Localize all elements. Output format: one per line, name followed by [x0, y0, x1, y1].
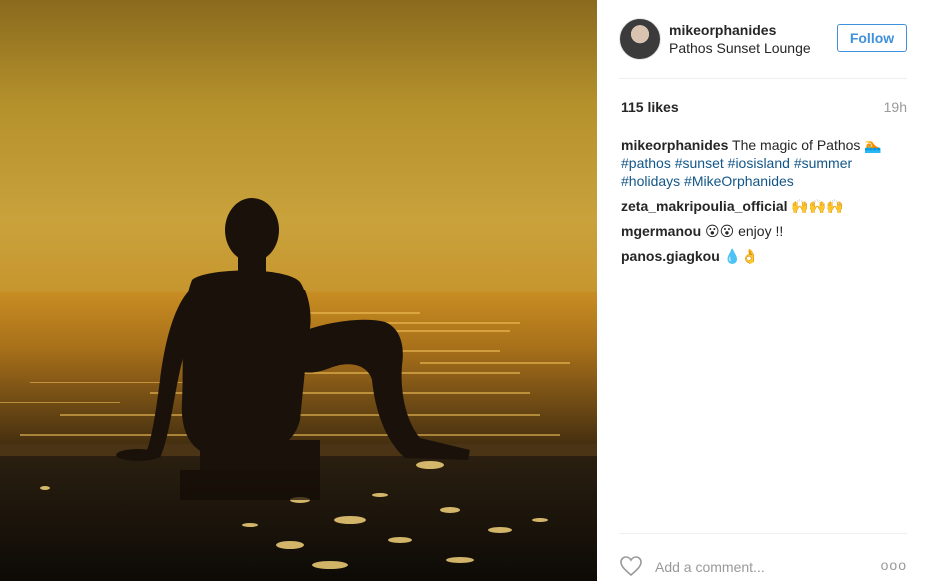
hashtag-link[interactable]: #summer [794, 155, 852, 171]
caption: mikeorphanides The magic of Pathos 🏊 #pa… [621, 136, 907, 190]
caption-user-link[interactable]: mikeorphanides [621, 137, 728, 153]
comment-text: 💧👌 [723, 248, 759, 264]
add-comment-bar: Add a comment... ooo [619, 555, 907, 581]
hashtag-link[interactable]: #MikeOrphanides [684, 173, 794, 189]
post-sidebar: mikeorphanides Pathos Sunset Lounge Foll… [597, 0, 929, 581]
sunset-silhouette-image [0, 198, 597, 581]
username-link[interactable]: mikeorphanides [669, 22, 776, 38]
follow-button[interactable]: Follow [837, 24, 907, 52]
likes-count[interactable]: 115 likes [621, 99, 679, 115]
post-photo[interactable] [0, 0, 597, 581]
heart-icon[interactable] [619, 555, 643, 582]
comment-user-link[interactable]: mgermanou [621, 223, 701, 239]
post-header: mikeorphanides Pathos Sunset Lounge Foll… [619, 18, 907, 60]
comment-user-link[interactable]: panos.giagkou [621, 248, 720, 264]
hashtag-link[interactable]: #holidays [621, 173, 680, 189]
comment-item: panos.giagkou 💧👌 [621, 247, 907, 265]
caption-text: The magic of Pathos [732, 137, 861, 153]
avatar[interactable] [619, 18, 661, 60]
more-options-icon[interactable]: ooo [881, 557, 907, 573]
comment-text: 🙌🙌🙌 [791, 198, 844, 214]
caption-emoji: 🏊 [864, 137, 882, 153]
hashtag-link[interactable]: #iosisland [728, 155, 790, 171]
comment-item: mgermanou 😮😮 enjoy !! [621, 222, 907, 240]
header-divider [619, 78, 907, 79]
comment-user-link[interactable]: zeta_makripoulia_official [621, 198, 788, 214]
add-comment-input[interactable]: Add a comment... [655, 559, 765, 575]
footer-divider [619, 533, 907, 534]
hashtag-link[interactable]: #sunset [675, 155, 724, 171]
comments-list: mikeorphanides The magic of Pathos 🏊 #pa… [621, 136, 907, 272]
location-link[interactable]: Pathos Sunset Lounge [669, 40, 811, 56]
comment-item: zeta_makripoulia_official 🙌🙌🙌 [621, 197, 907, 215]
post-time[interactable]: 19h [884, 99, 907, 115]
comment-text: 😮😮 enjoy !! [705, 223, 784, 239]
hashtag-link[interactable]: #pathos [621, 155, 671, 171]
